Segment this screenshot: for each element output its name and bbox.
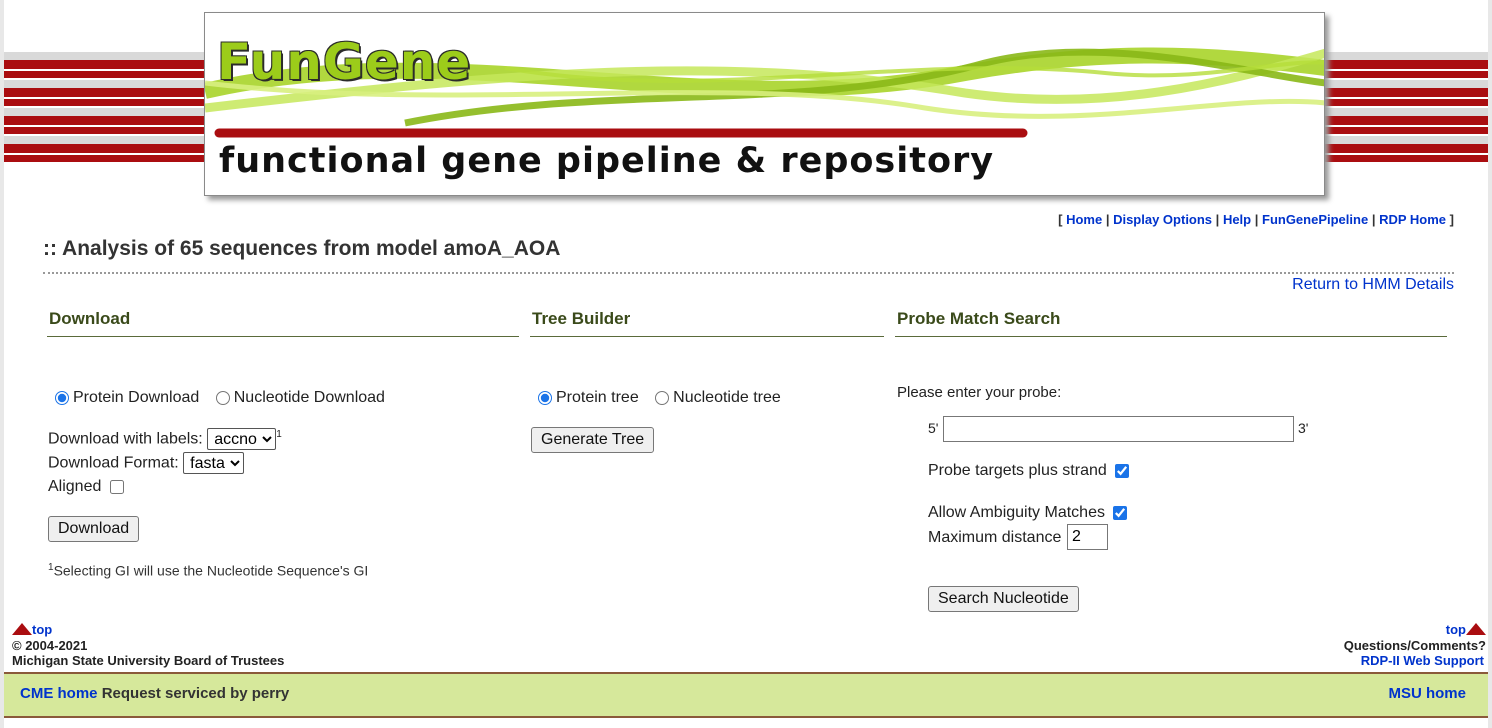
- footer-top-left: top: [12, 622, 52, 637]
- probe-match-heading: Probe Match Search: [895, 309, 1447, 337]
- right-border: [1488, 0, 1492, 728]
- aligned-checkbox[interactable]: [109, 479, 124, 494]
- download-button[interactable]: Download: [48, 516, 140, 542]
- page-title: :: Analysis of 65 sequences from model a…: [43, 237, 561, 260]
- probe-prompt: Please enter your probe:: [897, 384, 1062, 401]
- nav-separator: |: [1371, 212, 1376, 227]
- footer-bar-left: CME home Request serviced by perry: [20, 685, 289, 702]
- footer-bar-right: MSU home: [1388, 685, 1466, 702]
- nucleotide-download-label: Nucleotide Download: [233, 389, 385, 406]
- footer-top-right: top: [1446, 622, 1486, 637]
- cme-home-link[interactable]: CME home: [20, 685, 98, 702]
- msu-home-link[interactable]: MSU home: [1388, 685, 1466, 702]
- back-to-top-link-right[interactable]: top: [1446, 622, 1466, 637]
- nav-home-link[interactable]: Home: [1066, 212, 1102, 227]
- download-format-label: Download Format:: [48, 454, 179, 472]
- fungene-banner: FunGene functional gene pipeline & repos…: [204, 12, 1325, 196]
- nucleotide-tree-radio[interactable]: [655, 390, 670, 405]
- download-labels-label: Download with labels:: [48, 430, 203, 448]
- banner-tagline: functional gene pipeline & repository: [219, 141, 995, 181]
- probe-sequence-input[interactable]: [943, 416, 1294, 442]
- up-arrow-icon: [1466, 623, 1486, 635]
- nucleotide-tree-label: Nucleotide tree: [673, 389, 781, 406]
- protein-download-label: Protein Download: [73, 389, 200, 406]
- rdp-web-support-link[interactable]: RDP-II Web Support: [1361, 653, 1484, 668]
- nucleotide-download-radio[interactable]: [215, 390, 230, 405]
- nav-separator: |: [1105, 212, 1110, 227]
- plus-strand-row: Probe targets plus strand: [928, 462, 1133, 480]
- download-format-select[interactable]: fasta: [183, 452, 245, 474]
- download-type-radios: Protein Download Nucleotide Download: [55, 389, 385, 407]
- questions-text: Questions/Comments?: [1343, 638, 1486, 653]
- download-labels-row: Download with labels: accno 1: [48, 428, 282, 450]
- support-link-wrap: RDP-II Web Support: [1361, 653, 1484, 668]
- max-distance-row: Maximum distance: [928, 529, 1061, 547]
- ambiguity-row: Allow Ambiguity Matches: [928, 504, 1131, 522]
- title-divider: [43, 272, 1454, 274]
- request-serviced-text: Request serviced by perry: [101, 685, 290, 702]
- protein-tree-option[interactable]: Protein tree: [538, 389, 643, 406]
- tree-type-radios: Protein tree Nucleotide tree: [538, 389, 781, 407]
- three-prime-label: 3': [1298, 420, 1309, 436]
- nucleotide-download-option[interactable]: Nucleotide Download: [215, 389, 385, 406]
- top-nav: [ Home | Display Options | Help | FunGen…: [1058, 212, 1454, 227]
- download-footnote: 1Selecting GI will use the Nucleotide Se…: [48, 562, 368, 579]
- nav-bracket-open: [: [1058, 212, 1063, 227]
- nav-rdp-home-link[interactable]: RDP Home: [1379, 212, 1446, 227]
- back-to-top-link-left[interactable]: top: [32, 622, 52, 637]
- protein-tree-label: Protein tree: [556, 389, 639, 406]
- ambiguity-label: Allow Ambiguity Matches: [928, 504, 1105, 521]
- protein-download-option[interactable]: Protein Download: [55, 389, 204, 406]
- copyright: © 2004-2021: [12, 638, 88, 653]
- max-distance-input[interactable]: [1067, 524, 1108, 550]
- download-format-row: Download Format: fasta: [48, 452, 245, 474]
- ambiguity-checkbox[interactable]: [1113, 505, 1128, 520]
- nav-bracket-close: ]: [1449, 212, 1454, 227]
- nav-display-options-link[interactable]: Display Options: [1113, 212, 1212, 227]
- nav-separator: |: [1254, 212, 1259, 227]
- max-distance-label: Maximum distance: [928, 529, 1062, 546]
- five-prime-label: 5': [928, 420, 939, 436]
- footnote-marker: 1: [276, 429, 282, 441]
- download-heading: Download: [47, 309, 519, 337]
- search-nucleotide-button[interactable]: Search Nucleotide: [928, 586, 1079, 612]
- nav-fungenepipeline-link[interactable]: FunGenePipeline: [1262, 212, 1368, 227]
- protein-download-radio[interactable]: [55, 390, 69, 405]
- plus-strand-checkbox[interactable]: [1115, 463, 1130, 478]
- footnote-text: Selecting GI will use the Nucleotide Seq…: [53, 562, 369, 579]
- download-labels-select[interactable]: accno: [207, 428, 277, 450]
- tree-builder-heading: Tree Builder: [530, 309, 884, 337]
- up-arrow-icon: [12, 623, 32, 635]
- aligned-label: Aligned: [48, 478, 102, 495]
- footer-bar: CME home Request serviced by perry MSU h…: [4, 672, 1488, 718]
- nav-help-link[interactable]: Help: [1223, 212, 1251, 227]
- protein-tree-radio[interactable]: [538, 390, 552, 405]
- nav-separator: |: [1215, 212, 1220, 227]
- generate-tree-button[interactable]: Generate Tree: [531, 427, 655, 453]
- plus-strand-label: Probe targets plus strand: [928, 462, 1107, 479]
- nucleotide-tree-option[interactable]: Nucleotide tree: [655, 389, 781, 406]
- copyright-owner: Michigan State University Board of Trust…: [12, 653, 285, 668]
- return-to-hmm-details-link[interactable]: Return to HMM Details: [1292, 276, 1454, 294]
- aligned-row: Aligned: [48, 478, 128, 496]
- fungene-logo: FunGene: [217, 33, 472, 91]
